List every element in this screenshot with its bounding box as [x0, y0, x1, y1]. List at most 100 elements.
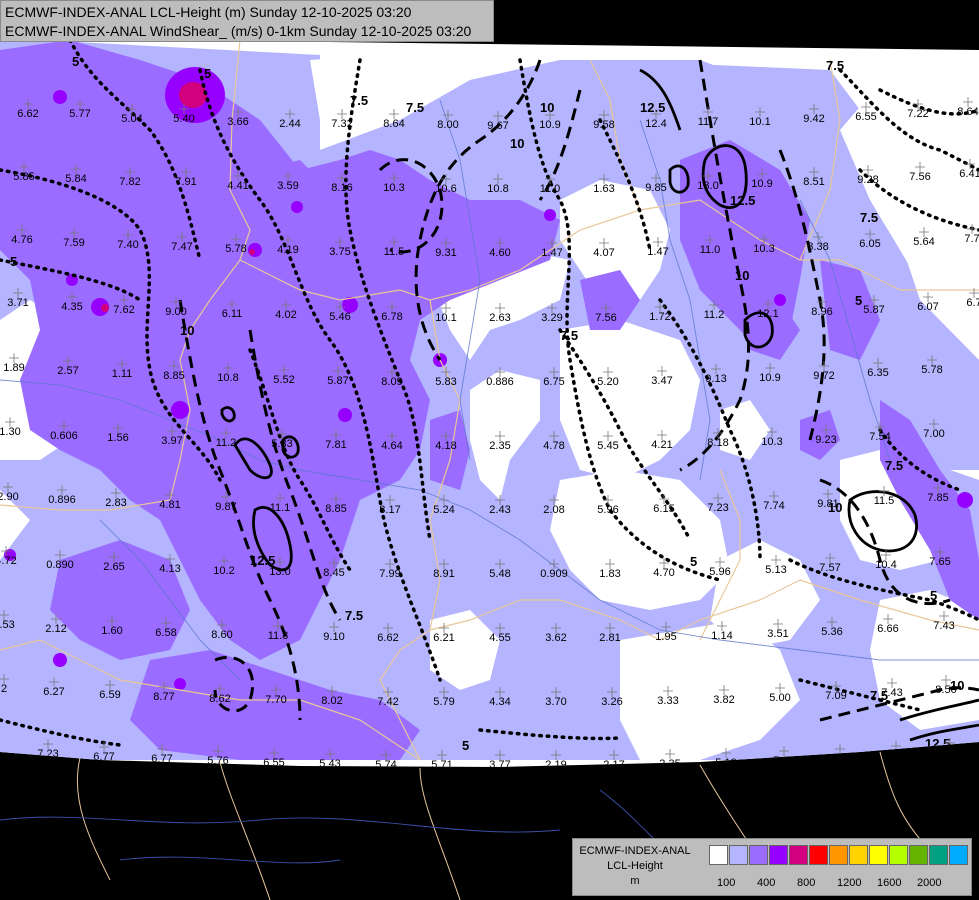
- contour-label: 12.5: [730, 193, 755, 208]
- grid-value-text: 1.11: [112, 368, 133, 380]
- contour-label: 7.5: [885, 458, 903, 473]
- grid-value-text: 8.77: [153, 691, 174, 703]
- grid-value-text: 7.09: [825, 690, 846, 702]
- grid-value-text: 7.47: [171, 241, 192, 253]
- grid-value-text: 7.56: [595, 312, 616, 324]
- grid-value-text: 4.60: [489, 247, 510, 259]
- grid-value-text: 11.1: [270, 502, 291, 514]
- grid-value-text: 4.13: [159, 563, 180, 575]
- grid-value-text: 3.26: [601, 696, 622, 708]
- grid-value-text: 4.34: [489, 696, 510, 708]
- contour-label: 5: [72, 54, 79, 69]
- grid-value-text: 5.45: [597, 440, 618, 452]
- grid-value-text: 5.77: [69, 108, 90, 120]
- grid-value-text: 1.89: [3, 362, 24, 374]
- grid-value-text: 8.51: [803, 176, 824, 188]
- grid-value-text: 2.12: [45, 623, 66, 635]
- grid-value-text: 9.28: [857, 174, 878, 186]
- legend-tick-label: 1600: [877, 877, 902, 889]
- grid-value-text: 3.33: [657, 695, 678, 707]
- grid-value-text: 10.3: [753, 243, 774, 255]
- grid-value-text: 7.70: [265, 694, 286, 706]
- grid-value-text: 0.896: [48, 494, 76, 506]
- grid-value-text: 10.3: [761, 436, 782, 448]
- legend-title-2: LCL-Height: [607, 860, 663, 872]
- grid-value-text: 13.0: [697, 180, 718, 192]
- grid-value-text: 9.72: [813, 370, 834, 382]
- grid-value-text: 1.63: [593, 183, 614, 195]
- grid-value-text: 11.2: [704, 309, 725, 321]
- grid-value-text: 2.08: [543, 504, 564, 516]
- grid-value-text: 4.35: [61, 301, 82, 313]
- grid-value-text: 10.9: [759, 372, 780, 384]
- grid-value-text: 4.81: [159, 499, 180, 511]
- grid-value-text: 6.05: [859, 238, 880, 250]
- grid-value-text: 2.35: [489, 440, 510, 452]
- grid-value-text: 0.890: [46, 559, 74, 571]
- grid-value-text: 5.87: [327, 375, 348, 387]
- grid-value-text: 9.85: [645, 182, 666, 194]
- grid-value-text: 10.9: [751, 178, 772, 190]
- grid-value-text: 3.75: [329, 246, 350, 258]
- grid-value-text: 4.07: [593, 247, 614, 259]
- grid-value-text: 3.71: [7, 297, 28, 309]
- grid-value-text: 2.43: [489, 504, 510, 516]
- grid-value-text: 9.87: [215, 501, 236, 513]
- grid-value-text: 7.81: [325, 439, 346, 451]
- contour-label: 7.5: [860, 210, 878, 225]
- grid-value-text: 4.76: [11, 234, 32, 246]
- grid-value-text: 2.57: [57, 365, 78, 377]
- grid-value-text: 7.74: [763, 500, 784, 512]
- legend-panel: ECMWF-INDEX-ANAL LCL-Height m 100 400 800 1…: [572, 838, 972, 896]
- grid-value-text: 11.8: [268, 630, 289, 642]
- grid-value-text: 8.16: [331, 182, 352, 194]
- grid-value-text: 9.00: [165, 306, 186, 318]
- grid-value-text: 3.70: [545, 696, 566, 708]
- grid-value-text: 6.21: [433, 632, 454, 644]
- grid-value-text: 8.96: [811, 306, 832, 318]
- grid-value-text: 6.75: [543, 376, 564, 388]
- contour-label: 5: [930, 588, 937, 603]
- grid-value-text: 8.91: [433, 568, 454, 580]
- contour-label: 7.5: [826, 58, 844, 73]
- contour-label: 7.5: [350, 93, 368, 108]
- grid-value-text: 6.62: [377, 632, 398, 644]
- grid-value-text: 8.85: [163, 370, 184, 382]
- legend-tick-label: 100: [717, 877, 736, 889]
- grid-value-text: 3.47: [651, 375, 672, 387]
- grid-value-text: 5.96: [597, 504, 618, 516]
- grid-value-text: 5.64: [913, 236, 934, 248]
- grid-value-text: 2.63: [489, 312, 510, 324]
- grid-value-text: 4.18: [435, 440, 456, 452]
- grid-value-text: 11.7: [698, 116, 719, 128]
- legend-ticks: 100 400 800 1200 1600 2000: [709, 839, 969, 897]
- grid-value-text: 8.38: [807, 241, 828, 253]
- grid-value-text: 7.40: [117, 239, 138, 251]
- contour-label: 10: [540, 100, 554, 115]
- grid-value-text: 2.83: [105, 497, 126, 509]
- legend-tick-label: 400: [757, 877, 776, 889]
- contour-label: 7.5: [406, 100, 424, 115]
- contour-label: 5: [10, 254, 17, 269]
- grid-value-text: 5.87: [863, 304, 884, 316]
- grid-value-text: 5.00: [769, 692, 790, 704]
- grid-value-text: 3.59: [277, 180, 298, 192]
- grid-value-text: 2.65: [103, 561, 124, 573]
- grid-value-text: 4.78: [543, 440, 564, 452]
- weather-map: 5 5 7.5 7.5 10 10 12.5 7.5 7.5 5 10 12.5…: [0, 0, 979, 900]
- contour-label: 5: [204, 66, 211, 81]
- grid-value-text: 6.66: [877, 623, 898, 635]
- grid-value-text: 7.43: [933, 620, 954, 632]
- grid-value-text: 9.81: [817, 498, 838, 510]
- grid-value-text: 5.48: [489, 568, 510, 580]
- grid-value-text: 8.45: [323, 567, 344, 579]
- grid-value-text: 10.4: [875, 559, 896, 571]
- grid-value-text: 7.56: [909, 171, 930, 183]
- legend-tick-label: 2000: [917, 877, 942, 889]
- grid-value-text: 3.97: [161, 435, 182, 447]
- grid-value-text: 8.85: [325, 503, 346, 515]
- grid-value-text: 3.29: [541, 312, 562, 324]
- grid-value-text: 7.99: [379, 568, 400, 580]
- grid-value-text: 8.60: [211, 629, 232, 641]
- grid-value-text: 0.909: [540, 568, 568, 580]
